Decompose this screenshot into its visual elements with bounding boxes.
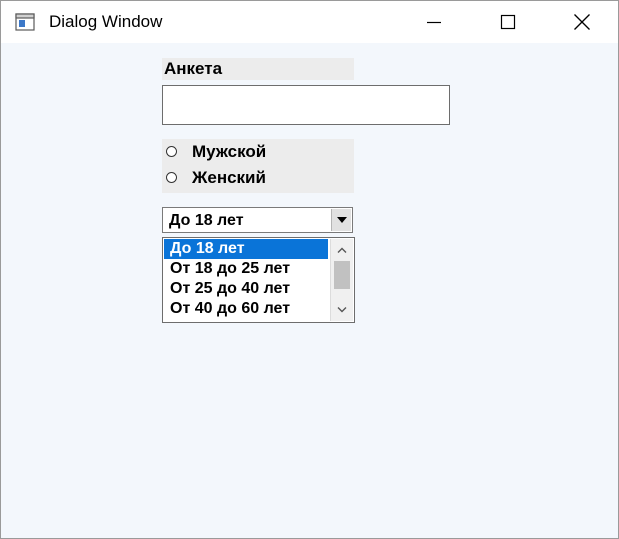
listbox-scrollbar[interactable] [330,239,353,321]
radio-male-label: Мужской [192,142,267,161]
close-button[interactable] [547,1,617,43]
combobox-dropdown-button[interactable] [331,209,351,231]
scroll-up-button[interactable] [331,241,353,259]
radio-circle-icon[interactable] [166,146,177,157]
list-item[interactable]: До 18 лет [164,239,328,259]
age-combobox[interactable]: До 18 лет [162,207,353,233]
maximize-icon [500,14,516,30]
list-item[interactable]: От 18 до 25 лет [164,259,328,279]
minimize-button[interactable] [399,1,469,43]
window-title: Dialog Window [49,12,163,31]
minimize-icon [427,21,441,24]
name-input[interactable] [162,85,450,125]
form-label: Анкета [164,59,223,78]
age-combobox-value: До 18 лет [169,212,244,229]
dialog-window: Dialog Window Анкета Мужской Женский До … [0,0,619,539]
scroll-down-button[interactable] [331,301,353,319]
radio-female[interactable]: Женский [162,167,354,191]
window-app-icon [15,13,35,31]
chevron-down-icon [337,307,347,313]
list-item[interactable]: От 25 до 40 лет [164,279,328,299]
form-label-box: Анкета [162,58,354,80]
maximize-button[interactable] [473,1,543,43]
scrollbar-thumb[interactable] [334,261,350,289]
age-listbox-items: До 18 лет От 18 до 25 лет От 25 до 40 ле… [164,239,328,321]
radio-male[interactable]: Мужской [162,141,354,165]
gender-radio-group: Мужской Женский [162,139,354,193]
radio-female-label: Женский [192,168,266,187]
radio-circle-icon[interactable] [166,172,177,183]
age-listbox[interactable]: До 18 лет От 18 до 25 лет От 25 до 40 ле… [162,237,355,323]
chevron-up-icon [337,247,347,253]
list-item[interactable]: От 40 до 60 лет [164,299,328,319]
dropdown-arrow-icon [336,217,347,223]
title-bar: Dialog Window [1,1,618,43]
close-icon [574,14,590,30]
